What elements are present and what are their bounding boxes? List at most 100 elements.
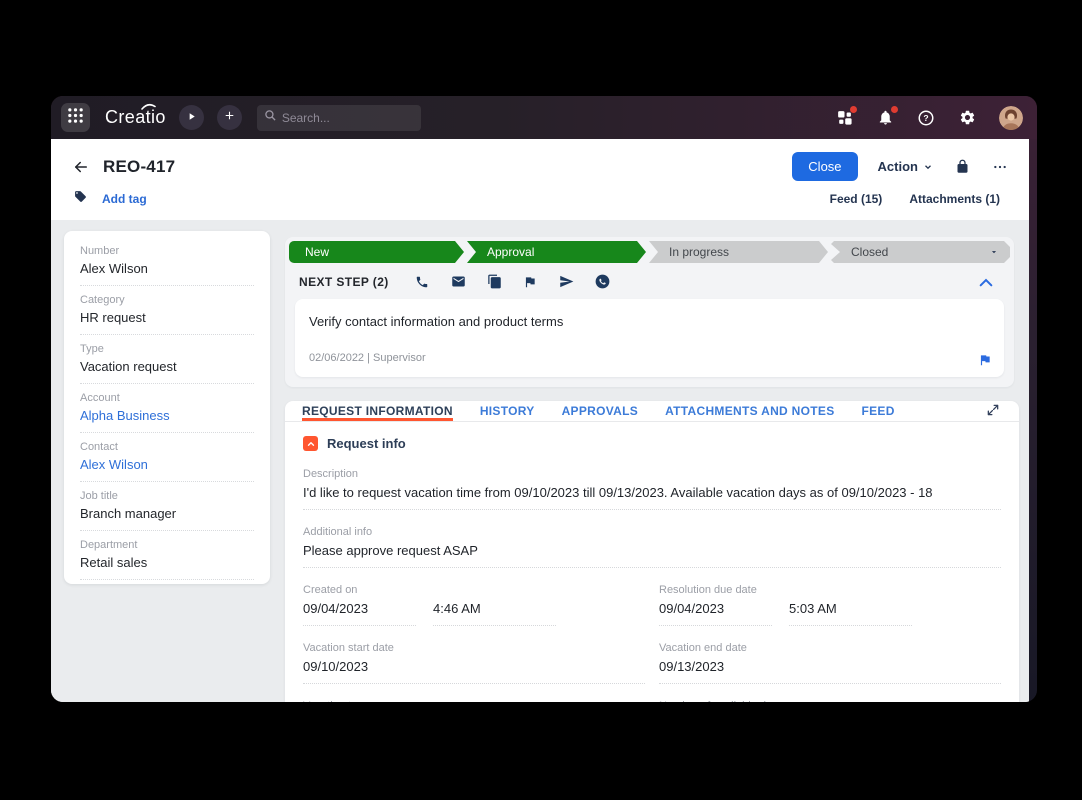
app-launcher-icon [67,107,84,129]
help-icon: ? [917,109,935,127]
next-step-task-card[interactable]: Verify contact information and product t… [295,299,1004,377]
processes-button[interactable] [835,109,853,127]
tab-history[interactable]: HISTORY [480,401,535,421]
access-rights-button[interactable] [953,158,971,176]
app-window: Creatio ? [51,96,1037,702]
stage-label: Closed [851,245,888,259]
tab-feed[interactable]: FEED [862,401,895,421]
notifications-button[interactable] [876,109,894,127]
topbar: Creatio ? [51,96,1037,139]
collapse-panel-button[interactable] [978,275,996,289]
flag-icon [523,275,537,289]
tab-approvals[interactable]: APPROVALS [562,401,639,421]
field-job-title: Job title Branch manager [80,482,254,531]
stage-approval[interactable]: Approval [467,241,646,263]
more-menu-button[interactable] [991,158,1009,176]
email-button[interactable] [451,274,466,289]
copy-button[interactable] [487,274,502,289]
global-search [257,105,421,131]
field-contact: Contact Alex Wilson [80,433,254,482]
resolution-due-date[interactable]: 09/04/2023 [659,601,772,626]
app-launcher-button[interactable] [61,103,90,132]
chevron-down-icon [923,162,933,172]
next-step-label: NEXT STEP (2) [299,275,389,289]
whatsapp-button[interactable] [595,274,610,289]
send-button[interactable] [559,274,574,289]
creatio-logo-accent [141,103,156,110]
svg-text:?: ? [923,113,928,123]
add-new-button[interactable] [217,105,242,130]
vacation-end-field: Vacation end date 09/13/2023 [659,642,1001,684]
field-type: Type Vacation request [80,335,254,384]
run-process-button[interactable] [179,105,204,130]
field-value[interactable]: Retail sales [80,555,254,570]
field-label: Number of available days [659,700,1001,702]
stage-panel: New Approval In progress Closed [285,237,1014,387]
flag-icon [978,353,992,367]
chevron-up-icon [978,276,994,288]
contact-link[interactable]: Alex Wilson [80,457,254,472]
stage-dropdown-icon[interactable] [989,247,999,257]
field-label: Job title [80,490,254,502]
processes-badge [850,106,857,113]
content-area: Number Alex Wilson Category HR request T… [51,220,1029,702]
field-value[interactable]: Alex Wilson [80,261,254,276]
stage-label: New [305,245,329,259]
task-meta: 02/06/2022 | Supervisor [309,352,426,364]
task-flag-button[interactable] [978,353,993,368]
search-icon [264,109,277,127]
record-header: REO-417 Close Action [51,139,1029,220]
gear-icon [959,109,976,126]
detail-panel: REQUEST INFORMATION HISTORY APPROVALS AT… [285,401,1019,702]
tab-bar: REQUEST INFORMATION HISTORY APPROVALS AT… [285,401,1019,422]
attachments-link[interactable]: Attachments (1) [909,192,1000,206]
action-dropdown[interactable]: Action [878,159,933,174]
next-step-row: NEXT STEP (2) [289,263,1010,296]
help-button[interactable]: ? [917,109,935,127]
field-label: Account [80,392,254,404]
field-value[interactable]: HR request [80,310,254,325]
field-value[interactable]: Branch manager [80,506,254,521]
settings-button[interactable] [958,109,976,127]
call-button[interactable] [415,274,430,289]
close-button[interactable]: Close [792,152,857,181]
account-link[interactable]: Alpha Business [80,408,254,423]
request-info-section-header[interactable]: Request info [303,436,1001,451]
expand-button[interactable] [986,403,1002,419]
vacation-start-value[interactable]: 09/10/2023 [303,659,645,684]
phone-icon [415,275,429,289]
whatsapp-icon [595,274,610,289]
flag-button[interactable] [523,274,538,289]
field-number: Number Alex Wilson [80,237,254,286]
created-on-time[interactable]: 4:46 AM [433,601,556,626]
feed-link[interactable]: Feed (15) [830,192,883,206]
play-icon [186,109,197,127]
email-icon [451,274,466,289]
stage-new[interactable]: New [289,241,464,263]
field-label: Created on [303,584,645,596]
vacation-type-field: Vacation type Paid [303,700,645,702]
stage-in-progress[interactable]: In progress [649,241,828,263]
stage-closed[interactable]: Closed [831,241,1010,263]
tag-icon[interactable] [74,190,87,208]
tab-attachments-and-notes[interactable]: ATTACHMENTS AND NOTES [665,401,834,421]
additional-info-value[interactable]: Please approve request ASAP [303,543,1001,558]
tab-request-information[interactable]: REQUEST INFORMATION [302,401,453,421]
resolution-due-time[interactable]: 5:03 AM [789,601,912,626]
available-days-field: Number of available days 18 [659,700,1001,702]
stage-bar: New Approval In progress Closed [289,241,1010,263]
created-on-date[interactable]: 09/04/2023 [303,601,416,626]
section-collapse-icon[interactable] [303,436,318,451]
user-avatar[interactable] [999,106,1023,130]
vacation-end-value[interactable]: 09/13/2023 [659,659,1001,684]
add-tag-button[interactable]: Add tag [102,192,147,206]
back-button[interactable] [72,158,90,176]
field-label: Description [303,468,1001,480]
field-value[interactable]: Vacation request [80,359,254,374]
description-value[interactable]: I'd like to request vacation time from 0… [303,485,1001,500]
request-info-body: Description I'd like to request vacation… [285,451,1019,702]
creatio-logo: Creatio [105,107,166,128]
scrollbar-gutter[interactable] [1029,139,1037,702]
expand-icon [986,403,1000,417]
search-input[interactable] [282,111,414,125]
